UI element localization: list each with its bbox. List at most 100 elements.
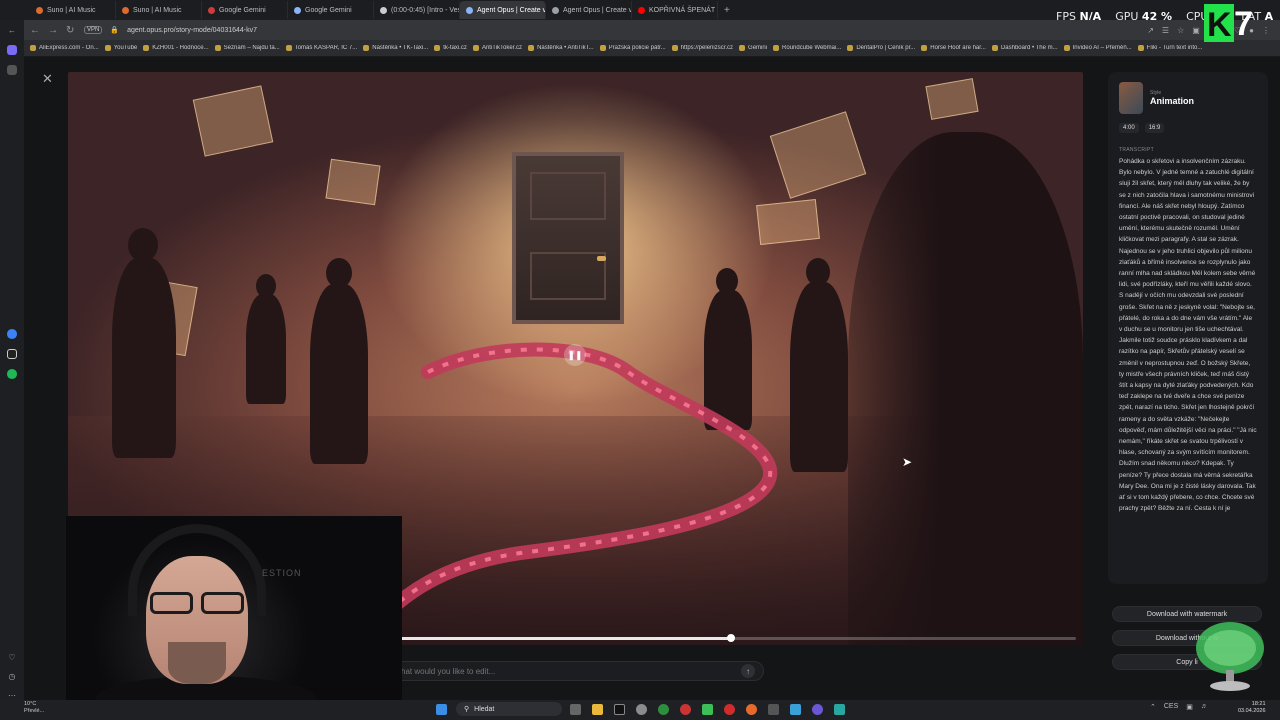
- task-view-icon[interactable]: [570, 704, 581, 715]
- url-field[interactable]: agent.opus.pro/story-mode/04031644-kv7: [127, 27, 257, 34]
- bookmark-item[interactable]: KZH001 - Hodnoce...: [143, 45, 209, 51]
- bookmark-favicon-icon: [434, 45, 441, 51]
- bookmark-item[interactable]: Nástěnka • AntiTikT...: [528, 45, 594, 51]
- style-name: Animation: [1150, 96, 1194, 106]
- volume-icon[interactable]: ♬: [1201, 703, 1208, 711]
- bookmark-item[interactable]: YouTube: [104, 45, 138, 51]
- tab-label: KOPŘIVNÁ ŠPENÁT - YouTube: [649, 6, 717, 14]
- telegram-icon[interactable]: [790, 704, 801, 715]
- transcript-label: TRANSCRIPT: [1119, 147, 1154, 153]
- bookmark-item[interactable]: Fliki - Turn text into...: [1137, 45, 1202, 51]
- chevron-up-icon[interactable]: ⌃: [1150, 703, 1156, 711]
- forward-icon[interactable]: →: [48, 25, 58, 36]
- spotify-icon[interactable]: [7, 368, 17, 379]
- notes-icon[interactable]: [834, 704, 845, 715]
- taskbar-search[interactable]: ⚲ Hledat: [456, 702, 562, 716]
- bookmark-favicon-icon: [847, 45, 854, 51]
- bookmark-favicon-icon: [773, 45, 780, 51]
- pause-icon[interactable]: ❚❚: [564, 344, 586, 366]
- translate-icon[interactable]: ☰: [1162, 26, 1169, 35]
- tab-favicon-icon: [638, 6, 645, 14]
- bookmark-favicon-icon: [1137, 45, 1144, 51]
- clock[interactable]: 18:21 03.04.2026: [1238, 701, 1266, 715]
- bookmark-favicon-icon: [104, 45, 111, 51]
- bookmark-item[interactable]: Roundcube Webmai...: [773, 45, 841, 51]
- bookmark-favicon-icon: [1063, 45, 1070, 51]
- tiktok-icon[interactable]: [7, 349, 17, 359]
- search-label: Hledat: [474, 705, 495, 713]
- browser-tab[interactable]: KOPŘIVNÁ ŠPENÁT - YouTube: [632, 1, 718, 19]
- network-icon[interactable]: ▣: [1186, 703, 1193, 711]
- paint-icon[interactable]: [746, 704, 757, 715]
- weather-widget[interactable]: 10°C Převlé...: [24, 701, 44, 715]
- bookmark-item[interactable]: Gemini: [739, 45, 767, 51]
- star-icon[interactable]: ☆: [1177, 26, 1184, 35]
- settings-icon[interactable]: [680, 704, 691, 715]
- history-icon[interactable]: ◷: [9, 672, 16, 681]
- more-icon[interactable]: ⋯: [8, 691, 16, 700]
- browser-tab[interactable]: Agent Opus | Create vi: [460, 1, 546, 19]
- bookmark-item[interactable]: Pražská policie pátr...: [599, 45, 666, 51]
- bookmark-item[interactable]: Tomáš KAŠPAR, IČ 7...: [285, 45, 357, 51]
- reload-icon[interactable]: ↻: [66, 25, 76, 36]
- bookmark-item[interactable]: tk-taxi.cz: [434, 45, 467, 51]
- tab-label: Suno | AI Music: [47, 6, 96, 14]
- webcam-overlay: ESTION: [66, 516, 402, 720]
- aspect-ratio-chip[interactable]: 16:9: [1144, 123, 1165, 133]
- messenger-icon[interactable]: [7, 329, 17, 340]
- arrow-up-icon[interactable]: ↑: [741, 664, 755, 678]
- home-icon[interactable]: [7, 45, 17, 55]
- clock-time: 18:21: [1251, 701, 1266, 707]
- play-icon[interactable]: [702, 704, 713, 715]
- bookmark-item[interactable]: AntiTikToker.cz: [472, 45, 523, 51]
- vpn-badge[interactable]: VPN: [84, 26, 103, 34]
- heart-icon[interactable]: ♡: [8, 653, 15, 662]
- file-explorer-icon[interactable]: [592, 704, 603, 715]
- browser-tab[interactable]: Google Gemini: [202, 1, 288, 19]
- back-icon[interactable]: ←: [30, 25, 40, 36]
- browser-tab[interactable]: Google Gemini: [288, 1, 374, 19]
- edit-input[interactable]: [401, 666, 741, 676]
- bookmark-label: YouTube: [113, 45, 138, 51]
- transcript-text[interactable]: Pohádka o skřetovi a insolvenčním zázrak…: [1119, 156, 1257, 576]
- bookmark-favicon-icon: [599, 45, 606, 51]
- browser-tab[interactable]: Suno | AI Music: [116, 1, 202, 19]
- browser-tab[interactable]: (0:00-0:45) [Intro - Vesel]: [374, 1, 460, 19]
- back-icon[interactable]: ←: [8, 26, 16, 35]
- bookmark-item[interactable]: Invideo AI – Přeměň...: [1063, 45, 1132, 51]
- tiktok-icon[interactable]: [614, 704, 625, 715]
- bookmark-favicon-icon: [214, 45, 221, 51]
- bookmark-label: Nástěnka • TK-Taxi...: [372, 45, 429, 51]
- duration-chip[interactable]: 4:00: [1119, 123, 1139, 133]
- bookmark-item[interactable]: https://pelenizscr.cz: [671, 45, 733, 51]
- bookmark-item[interactable]: DentalPro | Ceník pr...: [847, 45, 915, 51]
- xbox-app-icon[interactable]: [658, 704, 669, 715]
- extensions-icon[interactable]: ▣: [1192, 26, 1200, 35]
- bookmark-item[interactable]: Seznam – Najdu ta...: [214, 45, 280, 51]
- bookmark-item[interactable]: Horse Hoof are har...: [921, 45, 986, 51]
- bookmark-icon[interactable]: [7, 64, 17, 75]
- windows-start-icon[interactable]: [436, 704, 447, 715]
- share-icon[interactable]: ↗: [1147, 26, 1154, 35]
- bookmark-label: Seznam – Najdu ta...: [223, 45, 280, 51]
- bookmark-favicon-icon: [30, 45, 36, 51]
- bookmark-favicon-icon: [921, 45, 928, 51]
- story-side-panel: Style Animation 4:00 16:9 TRANSCRIPT Poh…: [1108, 72, 1268, 584]
- bookmark-label: AntiTikToker.cz: [481, 45, 523, 51]
- browser-tab[interactable]: Suno | AI Music: [30, 1, 116, 19]
- close-icon[interactable]: ✕: [42, 71, 53, 87]
- xbox-icon[interactable]: [636, 704, 647, 715]
- calculator-icon[interactable]: [768, 704, 779, 715]
- browser-tab[interactable]: Agent Opus | Create video: [546, 1, 632, 19]
- style-selector[interactable]: Style Animation: [1119, 82, 1257, 114]
- tab-label: Suno | AI Music: [133, 6, 182, 14]
- language-indicator[interactable]: CES: [1164, 703, 1178, 711]
- progress-handle[interactable]: [727, 634, 735, 642]
- bookmark-favicon-icon: [739, 45, 746, 51]
- opera-icon[interactable]: [724, 704, 735, 715]
- chat-icon[interactable]: [812, 704, 823, 715]
- bookmark-item[interactable]: Dashboard • The m...: [991, 45, 1058, 51]
- bookmark-item[interactable]: AliExpress.com - On...: [30, 45, 99, 51]
- new-tab-button[interactable]: +: [724, 5, 730, 16]
- bookmark-item[interactable]: Nástěnka • TK-Taxi...: [363, 45, 428, 51]
